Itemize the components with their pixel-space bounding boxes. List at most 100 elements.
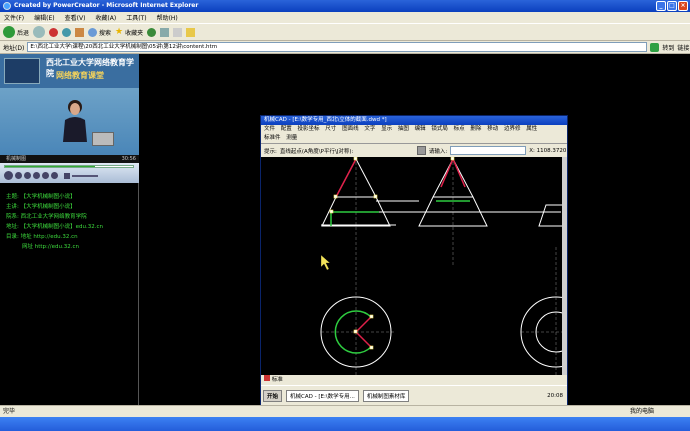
volume-slider[interactable]	[72, 175, 98, 177]
favorites-button[interactable]: ★ 收藏夹	[115, 27, 143, 37]
input-label: 请输入:	[428, 148, 448, 155]
cad-menu-item[interactable]: 编辑	[415, 126, 426, 132]
forward-arrow-icon[interactable]	[33, 26, 46, 38]
video-caption-bar: 机械制图 30:56	[0, 155, 139, 163]
cad-status-bar: 标准	[261, 375, 567, 385]
print-icon[interactable]	[173, 27, 183, 37]
star-icon: ★	[115, 27, 124, 37]
address-label: 地址(D)	[3, 44, 25, 52]
window-title: Created by PowerCreator - Microsoft Inte…	[14, 2, 199, 9]
pause-icon[interactable]	[4, 171, 13, 180]
prompt-text: 直线起点(A角度\P平行\J对称):	[279, 148, 354, 155]
cad-menu-item[interactable]: 标准件	[264, 135, 281, 141]
menu-edit[interactable]: 编辑(E)	[34, 13, 54, 22]
task-cad[interactable]: 机械CAD - [E:\数学专用...	[286, 389, 359, 402]
cad-title-bar: 机械CAD - [E:\数学专用_西北\立体的截面.dwd *]	[261, 116, 567, 125]
video-caption: 机械制图	[6, 156, 27, 162]
start-button[interactable]: 开始	[263, 389, 283, 402]
cad-menu-item[interactable]: 属性	[526, 126, 537, 132]
back-button[interactable]: 后退	[3, 26, 29, 38]
stop-icon[interactable]	[15, 172, 22, 179]
menu-tools[interactable]: 工具(T)	[126, 13, 146, 22]
course-sidebar: 西北工业大学网络教育学院 网络教育课堂 机械制图 30:56 主题: 【大学机械…	[0, 54, 139, 405]
forward-icon[interactable]	[42, 172, 49, 179]
prompt-label: 提示:	[264, 148, 277, 155]
volume-icon[interactable]	[64, 173, 70, 179]
status-text: 完毕	[3, 408, 16, 415]
cad-menu-item[interactable]: 投影坐标	[298, 126, 320, 132]
school-logo	[4, 58, 40, 84]
stop-icon[interactable]	[49, 27, 59, 37]
cursor-arrow	[320, 254, 331, 271]
search-button[interactable]: 搜索	[88, 27, 111, 37]
cad-menu-item[interactable]: 图面线	[342, 126, 359, 132]
seek-bar[interactable]	[4, 165, 134, 168]
menu-bar: 文件(F) 编辑(E) 查看(V) 收藏(A) 工具(T) 帮助(H)	[0, 12, 690, 23]
folder-icon[interactable]	[186, 27, 196, 37]
refresh-icon[interactable]	[62, 27, 72, 37]
cad-scrollbar[interactable]	[562, 157, 567, 375]
cad-menu-item[interactable]: 移动	[487, 126, 498, 132]
go-label[interactable]: 转到	[662, 43, 674, 52]
links-label[interactable]: 链接	[677, 43, 689, 52]
windows-taskbar	[0, 417, 690, 431]
previous-icon[interactable]	[24, 172, 31, 179]
title-bar: Created by PowerCreator - Microsoft Inte…	[0, 0, 690, 12]
menu-file[interactable]: 文件(F)	[4, 13, 24, 22]
status-tab[interactable]: 标准	[272, 377, 283, 383]
info-row-address: 地址: 【大学机械制图小说】edu.32.cn	[6, 224, 103, 230]
task-library[interactable]: 机械制图素材库	[362, 389, 410, 402]
cad-menu-item[interactable]: 配置	[281, 126, 292, 132]
cad-drawing	[320, 157, 567, 375]
task-clock: 20:08	[547, 392, 563, 399]
home-icon[interactable]	[75, 27, 85, 37]
maximize-button[interactable]: □	[667, 1, 677, 11]
video-time: 30:56	[121, 156, 136, 162]
course-info: 主题: 【大学机械制图小说】 主讲: 【大学机械制图小说】 院系: 西北工业大学…	[6, 192, 103, 252]
cad-menu-item[interactable]: 显示	[381, 126, 392, 132]
ie-icon	[3, 2, 11, 10]
search-icon	[88, 27, 98, 37]
cad-menu: 文件 配置 投影坐标 尺寸 图面线 文字 显示 抽图 编辑 锁式局 标点 删除 …	[261, 125, 567, 143]
ie-window: Created by PowerCreator - Microsoft Inte…	[0, 0, 690, 431]
info-row-website: 网址 http://edu.32.cn	[22, 244, 79, 250]
menu-view[interactable]: 查看(V)	[65, 13, 86, 22]
close-button[interactable]: ×	[678, 1, 688, 11]
back-arrow-icon	[3, 26, 15, 38]
cad-menu-item[interactable]: 锁式局	[431, 126, 448, 132]
layer-icon	[264, 375, 270, 381]
status-bar: 完毕 我的电脑	[0, 405, 690, 417]
address-bar: 地址(D) E:\西北工业大学\课程\20西北工业大学机械制图\05讲\第12讲…	[0, 41, 690, 54]
cad-menu-item[interactable]: 文字	[364, 126, 375, 132]
info-row-lecturer: 主讲: 【大学机械制图小说】	[6, 204, 76, 210]
video-banner: 西北工业大学网络教育学院 网络教育课堂	[0, 54, 139, 88]
cad-menu-item[interactable]: 测量	[286, 135, 297, 141]
info-row-department: 院系: 西北工业大学网络教育学院	[6, 214, 87, 220]
menu-favorites[interactable]: 收藏(A)	[95, 13, 116, 22]
next-icon[interactable]	[51, 172, 58, 179]
cad-menu-item[interactable]: 抽图	[398, 126, 409, 132]
cad-menu-item[interactable]: 删除	[470, 126, 481, 132]
prompt-button[interactable]	[416, 146, 426, 155]
cad-canvas[interactable]	[261, 157, 567, 375]
page-content: 西北工业大学网络教育学院 网络教育课堂 机械制图 30:56 主题: 【大学机械…	[0, 54, 690, 406]
cad-menu-item[interactable]: 标点	[454, 126, 465, 132]
go-icon[interactable]	[650, 42, 660, 52]
cad-taskbar: 开始 机械CAD - [E:\数学专用... 机械制图素材库 20:08	[261, 385, 567, 405]
mail-icon[interactable]	[160, 27, 170, 37]
rewind-icon[interactable]	[33, 172, 40, 179]
video-controls	[0, 163, 139, 183]
banner-line2: 网络教育课堂	[56, 71, 104, 80]
cad-menu-item[interactable]: 边界修	[504, 126, 521, 132]
info-row-contents: 目录: 地址 http://edu.32.cn	[6, 234, 78, 240]
laptop	[92, 132, 114, 146]
cad-input[interactable]	[450, 146, 527, 155]
menu-help[interactable]: 帮助(H)	[157, 13, 178, 22]
history-icon[interactable]	[147, 27, 157, 37]
address-input[interactable]: E:\西北工业大学\课程\20西北工业大学机械制图\05讲\第12讲\conte…	[27, 42, 648, 52]
minimize-button[interactable]: _	[656, 1, 666, 11]
cad-menu-item[interactable]: 文件	[264, 126, 275, 132]
cad-prompt-bar: 提示: 直线起点(A角度\P平行\J对称): 请输入: X: 1108.3720	[261, 143, 567, 157]
video-player[interactable]: 西北工业大学网络教育学院 网络教育课堂	[0, 54, 139, 155]
cad-menu-item[interactable]: 尺寸	[325, 126, 336, 132]
